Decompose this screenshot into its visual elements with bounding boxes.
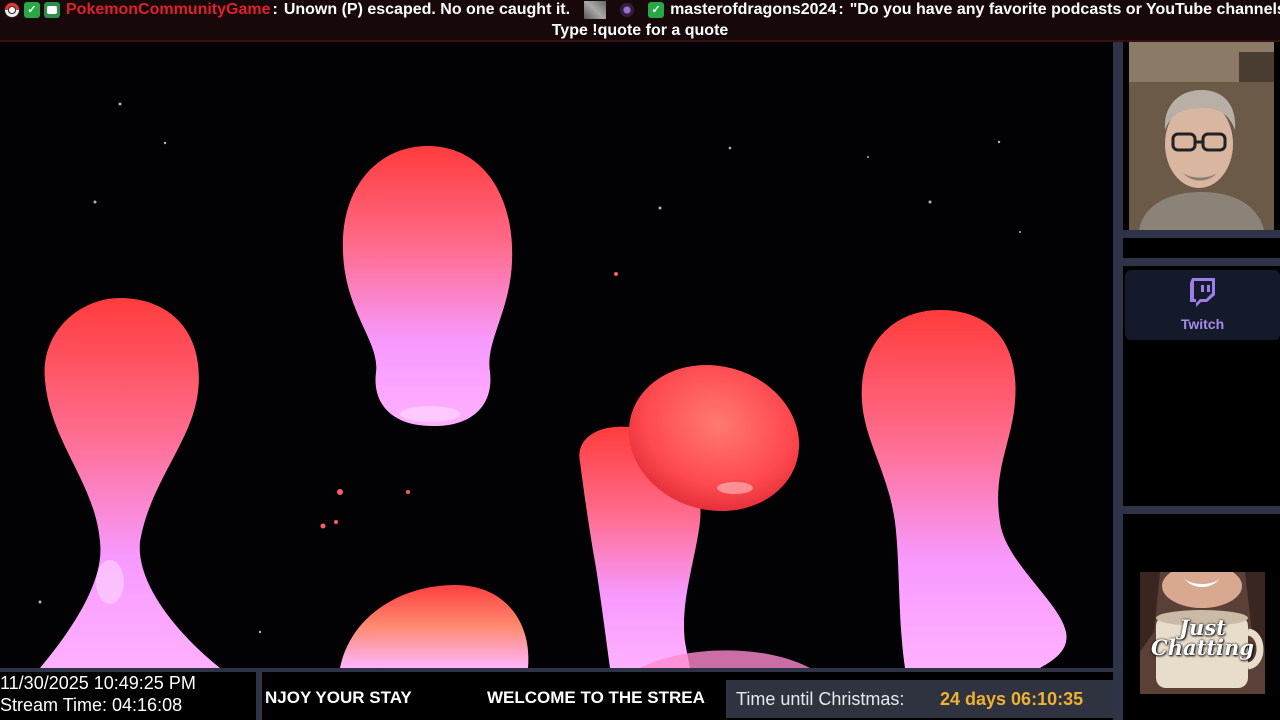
- countdown-value: 24 days 06:10:35: [940, 689, 1084, 709]
- lava-lamp-video: [0, 42, 1113, 668]
- chat-message: "Do you have any favorite podcasts or Yo…: [849, 1, 1280, 18]
- chat-ticker: ✓ PokemonCommunityGame : Unown (P) escap…: [0, 0, 1280, 42]
- stream-time: Stream Time: 04:16:08: [0, 695, 183, 715]
- twitch-link[interactable]: Twitch: [1125, 270, 1280, 340]
- date-time: 11/30/2025 10:49:25 PM: [0, 673, 196, 693]
- category-title: Just Chatting: [1151, 615, 1254, 660]
- christmas-countdown: Time until Christmas: 24 days 06:10:35: [726, 680, 1113, 718]
- webcam-person: [1129, 42, 1274, 230]
- twitch-icon: [1190, 278, 1215, 307]
- panel-separator: [1123, 230, 1280, 238]
- marquee-text: NJOY YOUR STAY: [265, 688, 412, 707]
- chat-separator: :: [272, 1, 278, 18]
- lava-lamp-illustration: [0, 42, 1113, 668]
- twitch-label: Twitch: [1180, 316, 1225, 332]
- clock-panel: 11/30/2025 10:49:25 PM Stream Time: 04:1…: [0, 672, 256, 720]
- chat-username: masterofdragons2024: [670, 1, 837, 18]
- panel-divider: [1113, 42, 1123, 720]
- marquee-text: WELCOME TO THE STREA: [487, 688, 705, 707]
- chat-username: PokemonCommunityGame: [66, 1, 271, 18]
- bot-badge-icon: [44, 2, 60, 18]
- pixel-avatar-icon: [584, 1, 607, 19]
- chat-separator: :: [838, 1, 844, 18]
- checkmark-badge-icon: ✓: [24, 2, 40, 18]
- chat-message: Unown (P) escaped. No one caught it.: [283, 1, 571, 18]
- welcome-marquee: NJOY YOUR STAY WELCOME TO THE STREA: [262, 672, 720, 720]
- countdown-label: Time until Christmas:: [736, 689, 905, 709]
- orb-badge-icon: [620, 3, 635, 17]
- quote-prompt: Type !quote for a quote: [551, 22, 729, 39]
- pokeball-icon: [4, 2, 20, 18]
- panel-separator: [1123, 258, 1280, 266]
- stream-overlay: ✓ PokemonCommunityGame : Unown (P) escap…: [0, 0, 1280, 720]
- panel-separator: [1123, 506, 1280, 514]
- category-just-chatting: Just Chatting: [1140, 572, 1265, 694]
- webcam-feed: [1129, 42, 1274, 230]
- checkmark-badge-icon: ✓: [648, 2, 665, 18]
- chat-ticker-line: ✓ PokemonCommunityGame : Unown (P) escap…: [0, 0, 1280, 20]
